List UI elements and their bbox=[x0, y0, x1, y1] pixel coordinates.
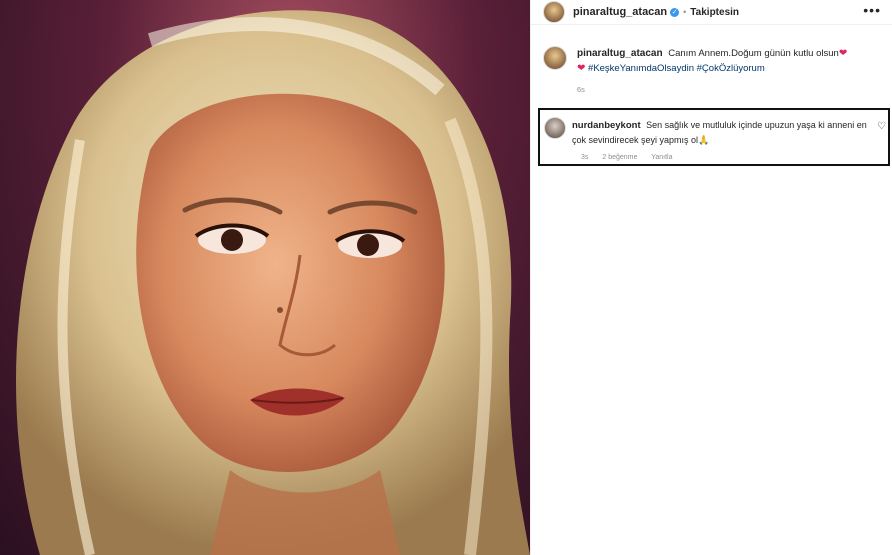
portrait-illustration bbox=[16, 10, 530, 555]
comment-meta: 3s 2 beğenme Yanıtla bbox=[581, 154, 685, 161]
follow-status-button[interactable]: Takiptesin bbox=[690, 7, 739, 18]
post-caption: pinaraltug_atacan Canım Annem.Doğum günü… bbox=[543, 46, 883, 97]
heart-emoji-icon-2: ❤ bbox=[577, 63, 586, 74]
author-avatar[interactable] bbox=[543, 1, 565, 23]
comment-body: nurdanbeykont Sen sağlık ve mutluluk içi… bbox=[572, 118, 870, 147]
more-options-icon[interactable]: ••• bbox=[863, 2, 881, 18]
verified-badge-icon: ✓ bbox=[670, 7, 680, 17]
heart-emoji-icon: ❤ bbox=[838, 48, 848, 59]
header-separator: • bbox=[683, 7, 687, 17]
caption-timestamp: 6s bbox=[577, 85, 585, 94]
caption-text: Canım Annem.Doğum günün kutlu olsun bbox=[668, 48, 839, 59]
post-side-panel: pinaraltug_atacan ✓ • Takiptesin ••• pin… bbox=[530, 0, 892, 555]
commenter-avatar[interactable] bbox=[544, 117, 566, 139]
reply-link[interactable]: Yanıtla bbox=[651, 154, 672, 161]
comment-timestamp: 3s bbox=[581, 154, 589, 161]
caption-username[interactable]: pinaraltug_atacan bbox=[577, 48, 663, 59]
hashtag-link-2[interactable]: #ÇokÖzlüyorum bbox=[697, 63, 765, 74]
like-comment-heart-icon[interactable]: ♡ bbox=[877, 121, 886, 132]
commenter-username[interactable]: nurdanbeykont bbox=[572, 120, 641, 131]
comment-likes-link[interactable]: 2 beğenme bbox=[602, 154, 637, 161]
post-header: pinaraltug_atacan ✓ • Takiptesin ••• bbox=[531, 0, 892, 25]
highlighted-comment: nurdanbeykont Sen sağlık ve mutluluk içi… bbox=[538, 108, 890, 166]
author-username[interactable]: pinaraltug_atacan bbox=[573, 6, 667, 18]
caption-body: pinaraltug_atacan Canım Annem.Doğum günü… bbox=[577, 46, 877, 97]
caption-avatar[interactable] bbox=[543, 46, 567, 70]
post-image[interactable] bbox=[0, 0, 530, 555]
hashtag-link[interactable]: #KeşkeYanımdaOlsaydin bbox=[588, 63, 694, 74]
